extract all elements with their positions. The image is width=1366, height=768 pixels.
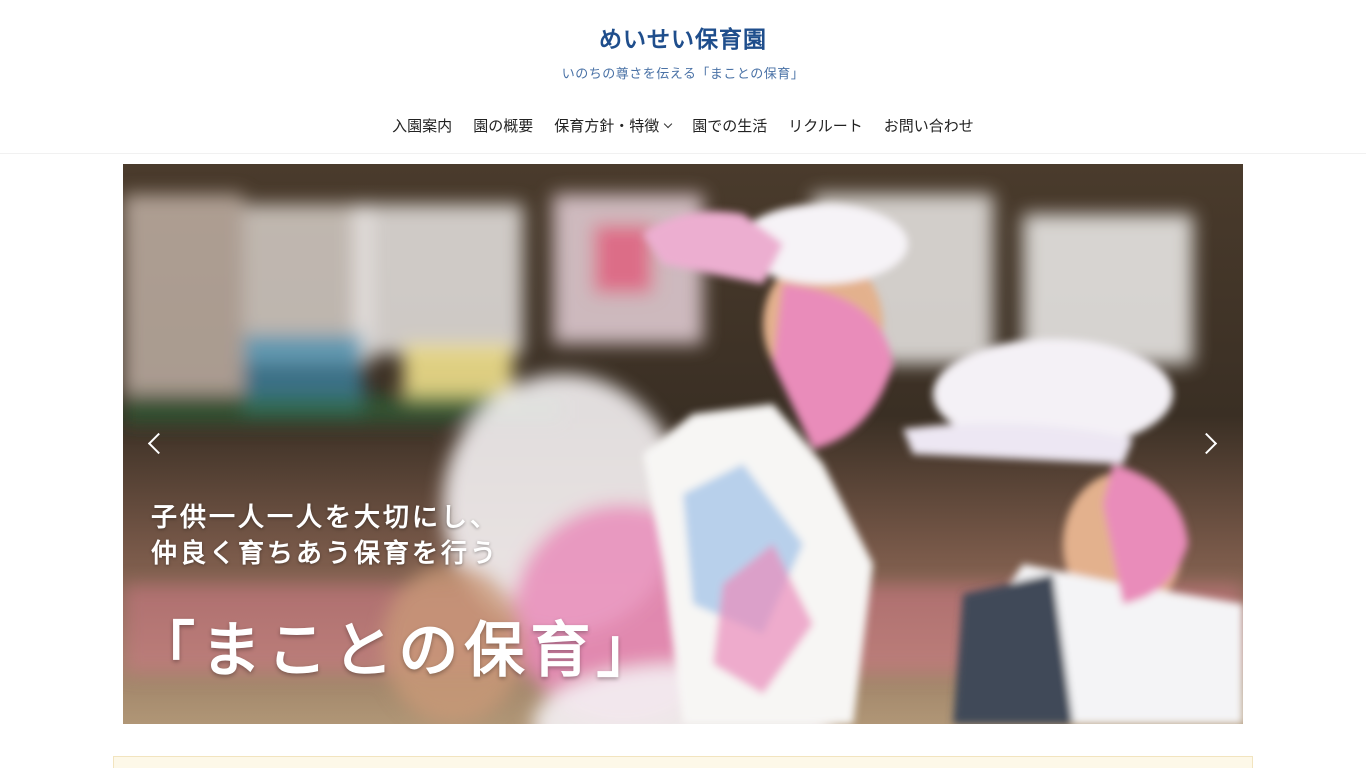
- site-tagline: いのちの尊さを伝える「まことの保育」: [561, 67, 805, 82]
- slider-next-button[interactable]: [1195, 428, 1225, 460]
- site-title[interactable]: めいせい保育園: [0, 20, 1366, 54]
- nav-item-overview[interactable]: 園の概要: [473, 115, 533, 136]
- nav-item-daily-life[interactable]: 園での生活: [692, 115, 767, 136]
- nav-item-policy[interactable]: 保育方針・特徴: [554, 115, 673, 136]
- nav-item-label: 園での生活: [692, 117, 768, 135]
- hero-caption-line1: 子供一人一人を大切にし、: [151, 503, 500, 533]
- hero-caption-line2: 仲良く育ちあう保育を行う: [151, 539, 500, 569]
- slider-prev-button[interactable]: [141, 428, 171, 460]
- nav-item-contact[interactable]: お問い合わせ: [884, 115, 974, 136]
- main-nav: 入園案内 園の概要 保育方針・特徴 園での生活 リクルート お問い合わせ: [0, 115, 1366, 136]
- nav-item-label: 保育方針・特徴: [554, 117, 660, 135]
- nav-item-label: 園の概要: [473, 117, 534, 135]
- hero-caption-main: 「まことの保育」: [135, 616, 663, 686]
- nav-item-recruit[interactable]: リクルート: [788, 115, 863, 136]
- nav-item-admission[interactable]: 入園案内: [392, 115, 452, 136]
- nav-item-label: リクルート: [788, 117, 863, 135]
- site-header: めいせい保育園 いのちの尊さを伝える「まことの保育」 入園案内 園の概要 保育方…: [0, 0, 1366, 154]
- hero-slider: 子供一人一人を大切にし、 仲良く育ちあう保育を行う 「まことの保育」: [123, 164, 1243, 724]
- nav-item-label: 入園案内: [392, 117, 453, 135]
- chevron-down-icon: [663, 119, 673, 128]
- chevron-right-icon: [1195, 432, 1218, 455]
- chevron-left-icon: [147, 432, 170, 455]
- notice-box: [113, 756, 1253, 768]
- nav-item-label: お問い合わせ: [883, 117, 974, 135]
